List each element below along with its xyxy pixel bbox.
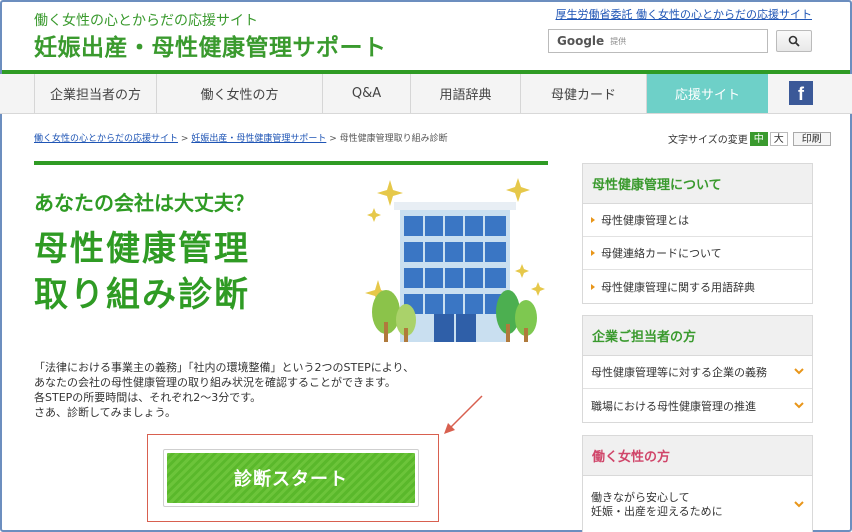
sidebar-item-workplace-promotion[interactable]: 職場における母性健康管理の推進 (583, 389, 812, 422)
intro-line: さあ、診断してみましょう。 (34, 406, 177, 419)
sidebar-maternal-health: 母性健康管理について 母性健康管理とは 母健連絡カードについて 母性健康管理に関… (582, 163, 813, 304)
nav-support-site[interactable]: 応援サイト (646, 74, 768, 113)
site-subtitle: 働く女性の心とからだの応援サイト (34, 13, 258, 29)
breadcrumb-support[interactable]: 妊娠出産・母性健康管理サポート (191, 134, 326, 144)
sidebar-item-glossary[interactable]: 母性健康管理に関する用語辞典 (583, 270, 812, 303)
sidebar-item-maternal-health-about[interactable]: 母性健康管理とは (583, 204, 812, 237)
breadcrumb-separator: > (329, 134, 337, 144)
sidebar-item-label-line2: 妊娠・出産を迎えるために (591, 505, 723, 518)
nav-glossary[interactable]: 用語辞典 (410, 74, 520, 113)
sidebar-item-label: 母性健康管理に関する用語辞典 (601, 280, 755, 294)
page-title: 母性健康管理 取り組み診断 (34, 226, 250, 318)
nav-boken-card[interactable]: 母健カード (520, 74, 646, 113)
sidebar-heading: 母性健康管理について (583, 164, 812, 204)
sidebar-item-label: 働きながら安心して 妊娠・出産を迎えるために (591, 491, 723, 519)
breadcrumb: 働く女性の心とからだの応援サイト > 妊娠出産・母性健康管理サポート > 母性健… (34, 131, 448, 144)
office-building-illustration (365, 178, 545, 342)
nav-working-women[interactable]: 働く女性の方 (156, 74, 322, 113)
chevron-down-icon (794, 501, 804, 508)
search-button[interactable] (776, 30, 812, 52)
sidebar-item-label: 職場における母性健康管理の推進 (591, 399, 756, 413)
google-brand: Google (557, 34, 605, 48)
sidebar-corporate: 企業ご担当者の方 母性健康管理等に対する企業の義務 職場における母性健康管理の推… (582, 315, 813, 423)
sidebar-item-corporate-duties[interactable]: 母性健康管理等に対する企業の義務 (583, 356, 812, 389)
triangle-bullet-icon (591, 283, 595, 290)
sidebar-item-label: 母健連絡カードについて (601, 247, 722, 260)
font-size-medium-button[interactable]: 中 (749, 131, 768, 146)
print-button[interactable]: 印刷 (792, 131, 831, 146)
diagnosis-start-label: 診断スタート (167, 453, 415, 503)
triangle-bullet-icon (591, 217, 595, 223)
page-title-line2: 取り組み診断 (34, 275, 250, 315)
font-size-label: 文字サイズの変更 (668, 135, 748, 146)
page-title-line1: 母性健康管理 (34, 229, 250, 269)
chevron-down-icon (794, 401, 804, 408)
site-title[interactable]: 妊娠出産・母性健康管理サポート (34, 28, 387, 62)
intro-line: 各STEPの所要時間は、それぞれ2～3分です。 (34, 391, 262, 404)
search-input[interactable]: Google 提供 (548, 29, 768, 53)
breadcrumb-home[interactable]: 働く女性の心とからだの応援サイト (34, 134, 178, 144)
hero-question: あなたの会社は大丈夫？ (34, 191, 254, 215)
sidebar-item-label: 母性健康管理等に対する企業の義務 (591, 366, 767, 379)
chevron-down-icon (794, 368, 804, 375)
search-icon (788, 35, 800, 47)
main-nav: 企業担当者の方 働く女性の方 Q&A 用語辞典 母健カード 応援サイト (0, 74, 852, 114)
intro-text: 「法律における事業主の義務」「社内の環境整備」という2つのSTEPにより、 あな… (34, 360, 414, 420)
mhlw-link[interactable]: 厚生労働省委託 働く女性の心とからだの応援サイト (556, 6, 813, 22)
main-divider (34, 161, 548, 165)
annotation-arrow (444, 395, 483, 434)
diagnosis-start-button[interactable]: 診断スタート (163, 449, 419, 507)
font-size-large-button[interactable]: 大 (769, 131, 788, 146)
sidebar-item-label-line1: 働きながら安心して (591, 491, 690, 504)
sidebar-heading: 働く女性の方 (583, 436, 812, 476)
triangle-bullet-icon (591, 250, 595, 256)
nav-qa[interactable]: Q&A (322, 74, 410, 113)
font-size-controls: 文字サイズの変更 中 大 印刷 (668, 131, 831, 146)
facebook-icon[interactable]: f (789, 81, 813, 105)
intro-line: 「法律における事業主の義務」「社内の環境整備」という2つのSTEPにより、 (34, 361, 415, 374)
google-provided-label: 提供 (610, 36, 627, 46)
sidebar-item-label: 母性健康管理とは (601, 214, 689, 227)
breadcrumb-separator: > (180, 134, 189, 144)
sidebar-item-boken-card[interactable]: 母健連絡カードについて (583, 237, 812, 270)
nav-corporate[interactable]: 企業担当者の方 (34, 74, 156, 113)
intro-line: あなたの会社の母性健康管理の取り組み状況を確認することができます。 (34, 376, 396, 389)
sidebar-heading: 企業ご担当者の方 (583, 316, 812, 356)
breadcrumb-current: 母性健康管理取り組み診断 (339, 134, 448, 144)
sidebar-working-women: 働く女性の方 働きながら安心して 妊娠・出産を迎えるために (582, 435, 813, 532)
sidebar-item-pregnancy-work[interactable]: 働きながら安心して 妊娠・出産を迎えるために (583, 484, 812, 526)
site-header: 働く女性の心とからだの応援サイト 妊娠出産・母性健康管理サポート 厚生労働省委託… (0, 0, 852, 72)
